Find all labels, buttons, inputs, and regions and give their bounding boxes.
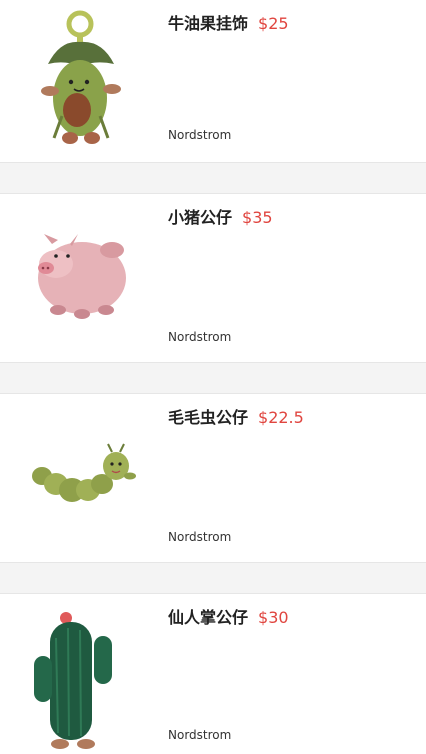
product-title[interactable]: 牛油果挂饰 [168,14,248,33]
cactus-plush-icon [34,612,112,749]
product-card[interactable]: 仙人掌公仔 $30 Nordstrom [0,593,426,754]
product-store: Nordstrom [168,330,232,344]
avocado-plush-icon [41,10,121,144]
product-list: 牛油果挂饰 $25 Nordstrom 小猪公仔 $35 Nordstrom 毛… [0,0,426,754]
product-title[interactable]: 毛毛虫公仔 [168,408,248,427]
product-image[interactable] [20,442,150,512]
product-price: $25 [258,14,289,33]
product-image[interactable] [20,222,150,332]
product-title[interactable]: 仙人掌公仔 [168,608,248,627]
product-store: Nordstrom [168,728,232,742]
product-store: Nordstrom [168,128,232,142]
product-store: Nordstrom [168,530,232,544]
product-image[interactable] [20,608,150,753]
product-card[interactable]: 毛毛虫公仔 $22.5 Nordstrom [0,393,426,563]
product-image[interactable] [20,6,150,151]
product-title-row: 毛毛虫公仔 $22.5 [168,404,304,428]
product-price: $35 [242,208,273,227]
product-title-row: 仙人掌公仔 $30 [168,604,289,628]
product-title[interactable]: 小猪公仔 [168,208,232,227]
product-title-row: 小猪公仔 $35 [168,204,273,228]
caterpillar-plush-icon [32,443,136,502]
product-price: $22.5 [258,408,304,427]
product-card[interactable]: 小猪公仔 $35 Nordstrom [0,193,426,363]
product-price: $30 [258,608,289,627]
product-card[interactable]: 牛油果挂饰 $25 Nordstrom [0,0,426,163]
pig-plush-icon [38,234,126,319]
product-title-row: 牛油果挂饰 $25 [168,10,289,34]
